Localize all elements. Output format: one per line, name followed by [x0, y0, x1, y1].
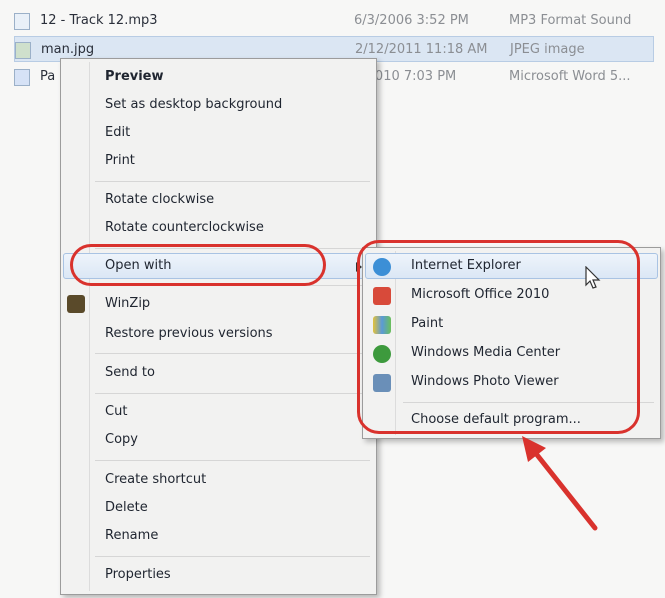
menu-separator: [95, 353, 370, 354]
file-date: 2/12/2011 11:18 AM: [355, 42, 488, 57]
file-type: Microsoft Word 5...: [509, 69, 631, 84]
menu-item-send-to[interactable]: Send to: [105, 361, 155, 385]
menu-separator: [95, 393, 370, 394]
menu-item-preview[interactable]: Preview: [105, 65, 164, 89]
menu-item-properties[interactable]: Properties: [105, 563, 171, 587]
menu-item-print[interactable]: Print: [105, 149, 135, 173]
file-date: 6/3/2006 3:52 PM: [354, 13, 469, 28]
menu-separator: [95, 556, 370, 557]
menu-separator: [95, 181, 370, 182]
menu-item-set-desktop-background[interactable]: Set as desktop background: [105, 93, 282, 117]
menu-separator: [95, 460, 370, 461]
menu-item-rename[interactable]: Rename: [105, 524, 158, 548]
menu-item-winzip[interactable]: WinZip: [105, 292, 150, 316]
audio-file-icon: [14, 13, 30, 30]
word-file-icon: [14, 69, 30, 86]
red-arrow-annotation-icon: [522, 436, 598, 531]
open-with-annotation-circle: [70, 244, 326, 286]
file-row-track12[interactable]: 12 - Track 12.mp3 6/3/2006 3:52 PM MP3 F…: [14, 8, 654, 34]
menu-item-create-shortcut[interactable]: Create shortcut: [105, 468, 206, 492]
file-type: JPEG image: [510, 42, 585, 57]
menu-item-rotate-clockwise[interactable]: Rotate clockwise: [105, 188, 214, 212]
image-file-icon: [15, 42, 31, 59]
file-name: man.jpg: [41, 42, 95, 57]
menu-item-rotate-counterclockwise[interactable]: Rotate counterclockwise: [105, 216, 264, 240]
file-type: MP3 Format Sound: [509, 13, 632, 28]
mouse-cursor-icon: [585, 266, 601, 289]
menu-gutter: [89, 62, 90, 591]
file-name: 12 - Track 12.mp3: [40, 13, 158, 28]
menu-item-restore-previous-versions[interactable]: Restore previous versions: [105, 322, 273, 346]
menu-item-cut[interactable]: Cut: [105, 400, 127, 424]
menu-item-copy[interactable]: Copy: [105, 428, 138, 452]
menu-item-edit[interactable]: Edit: [105, 121, 130, 145]
winzip-icon: [67, 295, 85, 313]
menu-item-delete[interactable]: Delete: [105, 496, 148, 520]
file-name: Pa: [40, 69, 56, 84]
context-menu: Preview Set as desktop background Edit P…: [60, 58, 377, 595]
